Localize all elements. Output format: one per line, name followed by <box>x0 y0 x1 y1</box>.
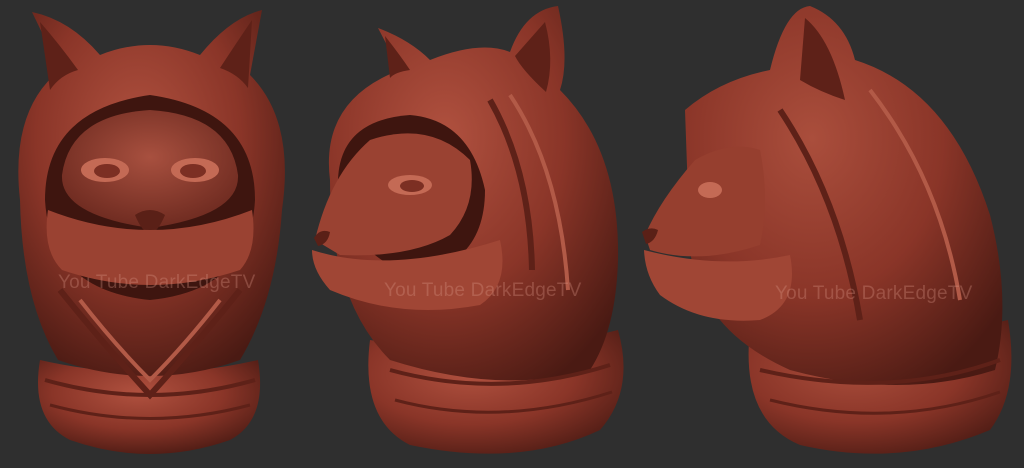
side-bust-figure <box>642 6 1012 454</box>
three-quarter-bust-figure <box>312 6 624 454</box>
sculpt-front-view <box>0 0 300 468</box>
watermark-side: You Tube DarkEdgeTV <box>775 283 973 304</box>
front-bust-figure <box>18 10 285 454</box>
sculpt-three-quarter-view <box>300 0 640 468</box>
watermark-front: You Tube DarkEdgeTV <box>58 272 256 293</box>
watermark-three-quarter: You Tube DarkEdgeTV <box>384 280 582 301</box>
sculpt-side-view <box>640 0 1024 468</box>
sculpt-canvas: You Tube DarkEdgeTV You Tube DarkEdgeTV … <box>0 0 1024 468</box>
